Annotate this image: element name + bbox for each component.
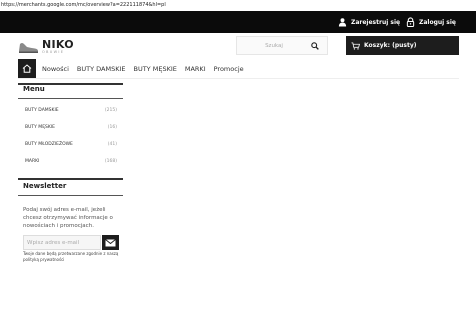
menu-item-count: (41) [107, 142, 117, 147]
nav-item-marki[interactable]: MARKI [185, 65, 206, 73]
menu-item-buty-mlodziezowe[interactable]: BUTY MŁODZIEŻOWE (41) [18, 136, 123, 153]
menu-item-buty-meskie[interactable]: BUTY MĘSKIE (16) [18, 119, 123, 136]
home-button[interactable] [18, 59, 36, 78]
newsletter-form [23, 235, 119, 250]
home-icon [22, 64, 32, 73]
login-label: Zaloguj się [419, 18, 456, 26]
main-nav: Nowości BUTY DAMSKIE BUTY MĘSKIE MARKI P… [18, 59, 459, 79]
store-logo[interactable]: NIKO OBUWIE [18, 39, 74, 55]
menu-item-count: (168) [104, 159, 117, 164]
menu-title: Menu [18, 85, 123, 99]
lock-icon [406, 17, 415, 27]
envelope-icon [105, 238, 116, 246]
cart-button[interactable]: Koszyk: (pusty) [346, 36, 459, 55]
site-header: NIKO OBUWIE Koszyk: (pusty) [0, 33, 476, 59]
nav-item-promocje[interactable]: Promocje [214, 65, 244, 73]
menu-item-marki[interactable]: MARKI (168) [18, 153, 123, 170]
newsletter-submit-button[interactable] [102, 235, 119, 250]
cart-icon [351, 41, 360, 50]
logo-subtitle: OBUWIE [42, 50, 65, 54]
menu-item-label: BUTY MŁODZIEŻOWE [25, 142, 73, 147]
menu-item-count: (215) [104, 108, 117, 113]
menu-item-label: BUTY MĘSKIE [25, 125, 56, 130]
browser-url-bar: https://merchants.google.com/mc/overview… [0, 0, 476, 11]
newsletter-description: Podaj swój adres e-mail, jeżeli chcesz o… [23, 207, 113, 229]
login-link[interactable]: Zaloguj się [406, 11, 456, 33]
search-button[interactable] [305, 37, 325, 54]
nav-item-buty-meskie[interactable]: BUTY MĘSKIE [134, 65, 177, 73]
nav-item-nowosci[interactable]: Nowości [42, 65, 69, 73]
menu-item-label: BUTY DAMSKIE [25, 108, 59, 113]
register-label: Zarejestruj się [351, 18, 401, 26]
shoe-logo-icon [19, 42, 38, 53]
menu-item-label: MARKI [25, 159, 40, 164]
newsletter-privacy-note: Twoje dane będą przetwarzane zgodnie z n… [23, 251, 119, 262]
cart-label: Koszyk: (pusty) [364, 42, 417, 49]
search-icon [311, 41, 319, 50]
search-input[interactable] [237, 42, 305, 49]
newsletter-email-input[interactable] [23, 235, 101, 250]
menu-item-count: (16) [107, 125, 117, 130]
user-icon [338, 18, 347, 27]
logo-name: NIKO [42, 38, 74, 51]
search-box [236, 36, 328, 55]
newsletter-top-rule [18, 178, 123, 180]
nav-item-buty-damskie[interactable]: BUTY DAMSKIE [77, 65, 126, 73]
register-link[interactable]: Zarejestruj się [338, 11, 400, 33]
top-bar: Zarejestruj się Zaloguj się [0, 11, 476, 33]
category-menu: BUTY DAMSKIE (215) BUTY MĘSKIE (16) BUTY… [18, 102, 123, 170]
menu-item-buty-damskie[interactable]: BUTY DAMSKIE (215) [18, 102, 123, 119]
newsletter-title: Newsletter [18, 182, 123, 196]
